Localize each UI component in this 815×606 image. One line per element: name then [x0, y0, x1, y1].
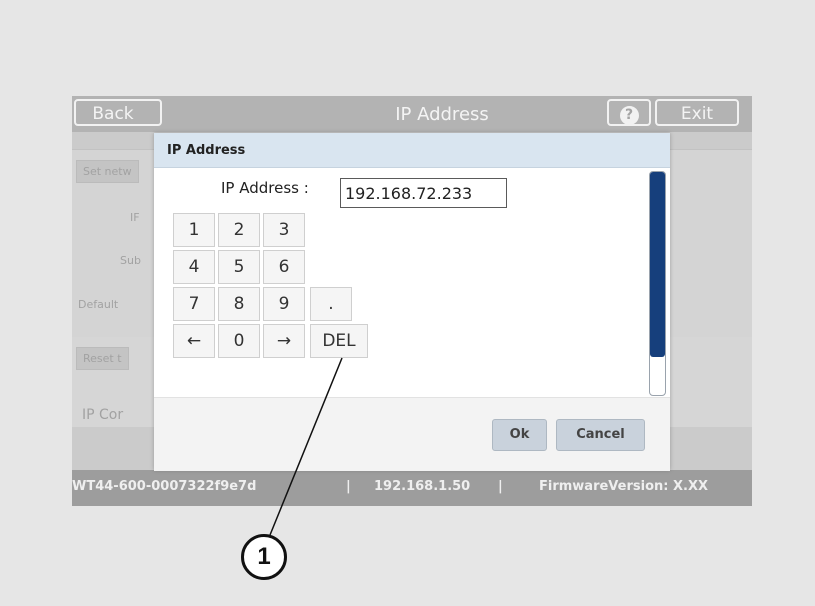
callout-leader-line: [269, 357, 343, 536]
callout-marker: 1: [241, 534, 287, 580]
